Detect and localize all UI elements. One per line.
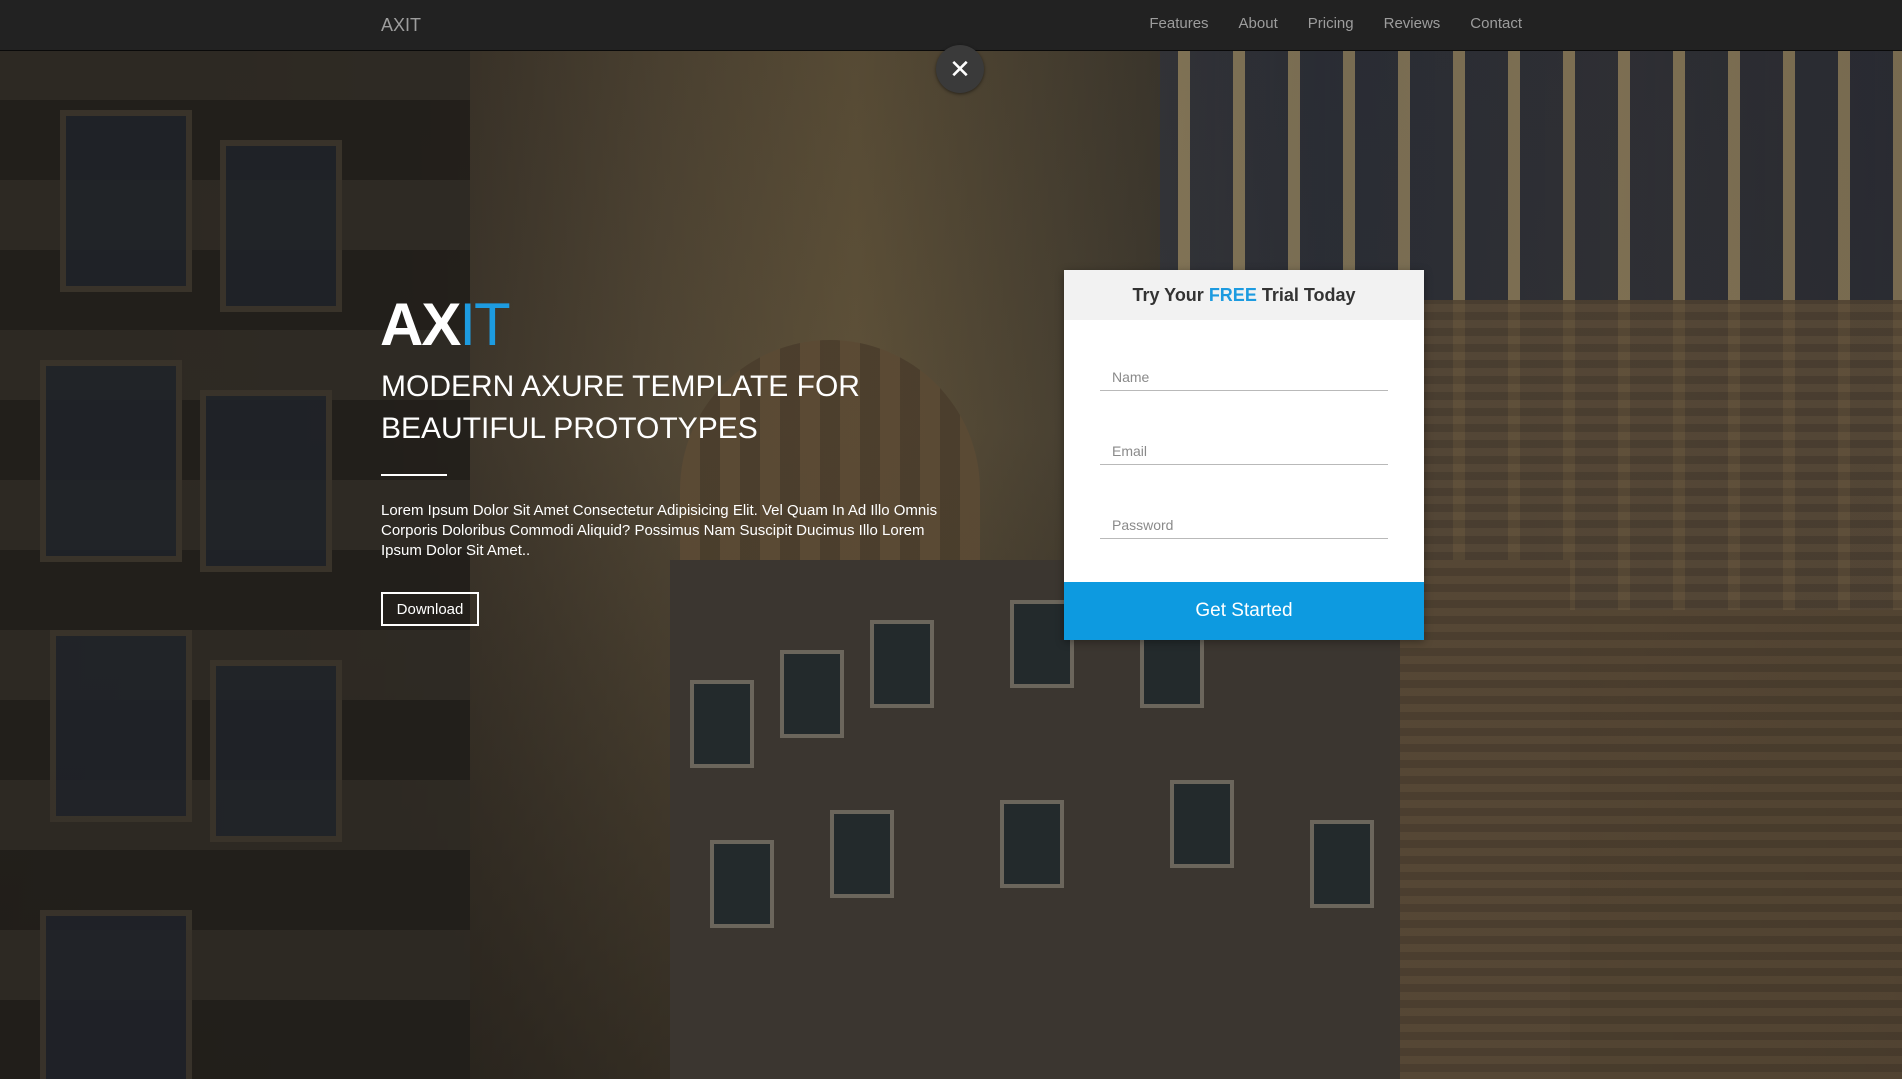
signup-title-suffix: Trial Today (1261, 284, 1356, 305)
download-button[interactable]: Download (381, 592, 479, 626)
signup-title-prefix: Try Your (1132, 284, 1204, 305)
hero-logo-accent: IT (459, 291, 510, 358)
signup-card-title: Try Your FREE Trial Today (1064, 270, 1424, 320)
nav-links: Features About Pricing Reviews Contact (1119, 15, 1522, 32)
get-started-button[interactable]: Get Started (1064, 582, 1424, 640)
hero-lead-text: Lorem Ipsum Dolor Sit Amet Consectetur A… (381, 502, 938, 559)
email-field[interactable]: Email (1100, 441, 1388, 465)
close-button[interactable]: ✕ (936, 45, 984, 93)
nav-link-contact[interactable]: Contact (1470, 15, 1522, 32)
nav-link-reviews[interactable]: Reviews (1384, 15, 1441, 32)
password-field[interactable]: Password (1100, 515, 1388, 539)
close-icon: ✕ (949, 54, 971, 84)
navbar-brand[interactable]: AXIT (381, 15, 421, 36)
background-building-right (1400, 300, 1902, 1079)
signup-title-free: FREE (1208, 284, 1257, 305)
signup-card: Try Your FREE Trial Today Name Email Pas… (1064, 270, 1424, 640)
hero-divider (381, 474, 447, 476)
hero-background (0, 0, 1902, 1079)
hero-headline: MODERN AXURE TEMPLATE FOR BEAUTIFUL PROT… (381, 370, 860, 445)
nav-link-features[interactable]: Features (1149, 15, 1208, 32)
name-field[interactable]: Name (1100, 367, 1388, 391)
hero-logo: AXIT (380, 290, 511, 359)
background-building-left (0, 50, 470, 1079)
nav-link-pricing[interactable]: Pricing (1308, 15, 1354, 32)
hero-logo-main: AX (380, 291, 461, 358)
top-navbar: AXIT Features About Pricing Reviews Cont… (0, 0, 1902, 51)
nav-link-about[interactable]: About (1239, 15, 1278, 32)
